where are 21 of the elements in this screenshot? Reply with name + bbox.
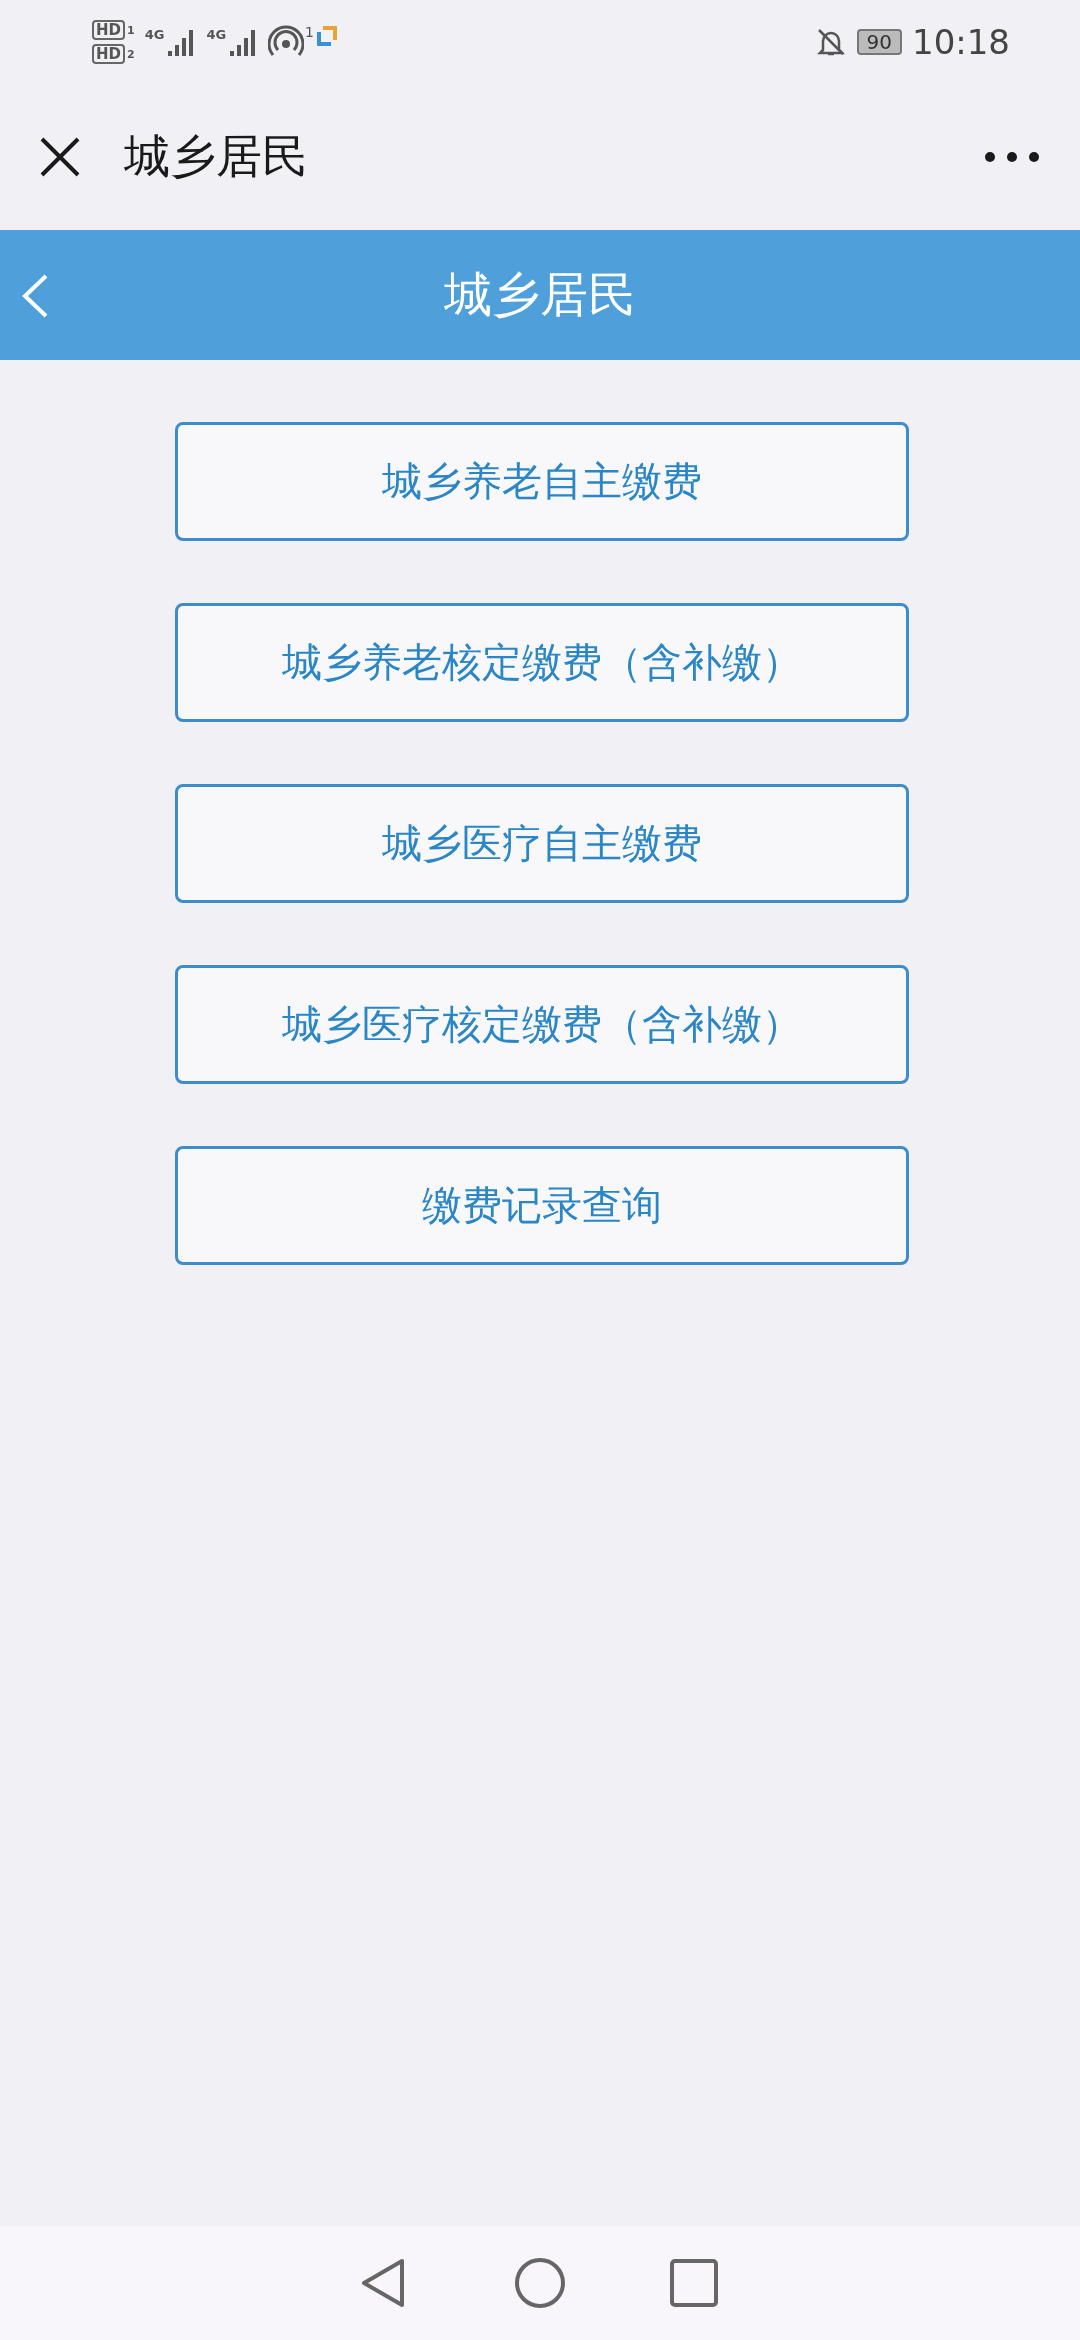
sim-label: HD (92, 44, 125, 64)
menu-button[interactable]: 城乡养老自主缴费 (175, 422, 909, 541)
recent-apps-icon[interactable] (667, 2256, 721, 2310)
clock-time: 10:18 (912, 22, 1010, 62)
more-icon[interactable] (984, 149, 1040, 165)
network-type: 4G (206, 27, 227, 42)
hotspot-count: 1 (305, 24, 315, 40)
sim-slot: 2 (127, 47, 135, 61)
menu-button[interactable]: 城乡医疗核定缴费（含补缴） (175, 965, 909, 1084)
menu-button[interactable]: 城乡医疗自主缴费 (175, 784, 909, 903)
app-notification-icon (315, 24, 340, 48)
page-title: 城乡居民 (124, 128, 309, 185)
network-type: 4G (144, 27, 165, 42)
menu-button[interactable]: 缴费记录查询 (175, 1146, 909, 1265)
home-icon[interactable] (513, 2256, 567, 2310)
sim-slot: 1 (127, 23, 135, 37)
battery-level: 90 (856, 29, 902, 55)
header-title: 城乡居民 (444, 265, 636, 324)
back-icon[interactable] (20, 273, 50, 319)
sim-label: HD (92, 20, 125, 40)
menu-button[interactable]: 城乡养老核定缴费（含补缴） (175, 603, 909, 722)
